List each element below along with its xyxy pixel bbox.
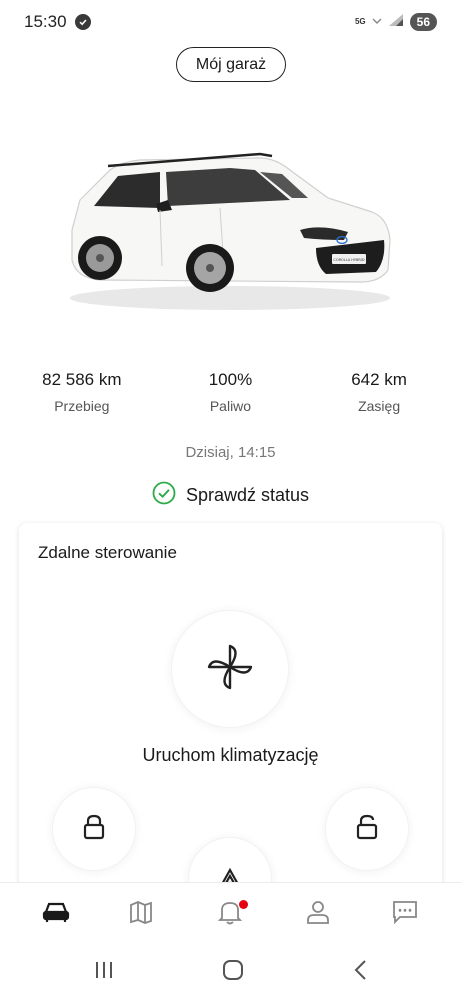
- stat-mileage: 82 586 km Przebieg: [0, 370, 154, 414]
- battery-indicator: 56: [409, 13, 437, 31]
- climate-label: Uruchom klimatyzację: [142, 745, 319, 765]
- svg-text:COROLLA HYBRID: COROLLA HYBRID: [333, 258, 365, 262]
- stat-range: 642 km Zasięg: [307, 370, 461, 414]
- back-icon[interactable]: [353, 959, 367, 986]
- stat-value: 100%: [208, 370, 253, 389]
- check-circle-icon: [152, 481, 176, 510]
- fan-icon: [205, 642, 255, 697]
- car-icon: [42, 900, 70, 929]
- lock-icon: [83, 814, 105, 845]
- unlock-button[interactable]: [325, 787, 409, 871]
- stat-label: Zasięg: [358, 398, 401, 414]
- chat-icon: [392, 900, 418, 929]
- network-label: 5G: [354, 17, 366, 26]
- wifi-icon: [372, 13, 382, 31]
- my-garage-button[interactable]: Mój garaż: [176, 47, 286, 82]
- unlock-icon: [356, 814, 378, 845]
- home-icon[interactable]: [222, 959, 244, 986]
- map-icon: [129, 900, 157, 929]
- signal-icon: [388, 13, 404, 32]
- check-circle-icon: [74, 14, 91, 30]
- stat-value: 82 586 km: [42, 370, 122, 389]
- bottom-navigation: [0, 882, 461, 946]
- stat-value: 642 km: [351, 370, 407, 389]
- stat-label: Paliwo: [209, 398, 252, 414]
- recent-apps-icon[interactable]: [94, 961, 114, 984]
- car-image: COROLLA HYBRID: [60, 140, 400, 320]
- notification-badge: [239, 899, 249, 909]
- nav-map[interactable]: [113, 890, 173, 940]
- climate-button[interactable]: [171, 610, 289, 728]
- nav-messages[interactable]: [375, 890, 435, 940]
- stat-fuel: 100% Paliwo: [154, 370, 308, 414]
- nav-notifications[interactable]: [200, 890, 260, 940]
- lock-button[interactable]: [52, 787, 136, 871]
- status-time: 15:30: [24, 12, 67, 31]
- stat-label: Przebieg: [54, 398, 110, 414]
- nav-car[interactable]: [26, 890, 86, 940]
- nav-profile[interactable]: [288, 890, 348, 940]
- remote-control-card: Zdalne sterowanie Uruchom klimatyzację: [19, 523, 442, 923]
- system-navigation: [0, 946, 461, 999]
- remote-control-title: Zdalne sterowanie: [38, 543, 177, 562]
- status-bar: 15:30 5G 56: [0, 0, 461, 44]
- profile-icon: [306, 899, 330, 930]
- vehicle-stats: 82 586 km Przebieg 100% Paliwo 642 km Za…: [0, 370, 461, 414]
- check-status-button[interactable]: Sprawdź status: [0, 481, 461, 510]
- check-status-label: Sprawdź status: [185, 485, 310, 505]
- last-update-time: Dzisiaj, 14:15: [185, 444, 276, 461]
